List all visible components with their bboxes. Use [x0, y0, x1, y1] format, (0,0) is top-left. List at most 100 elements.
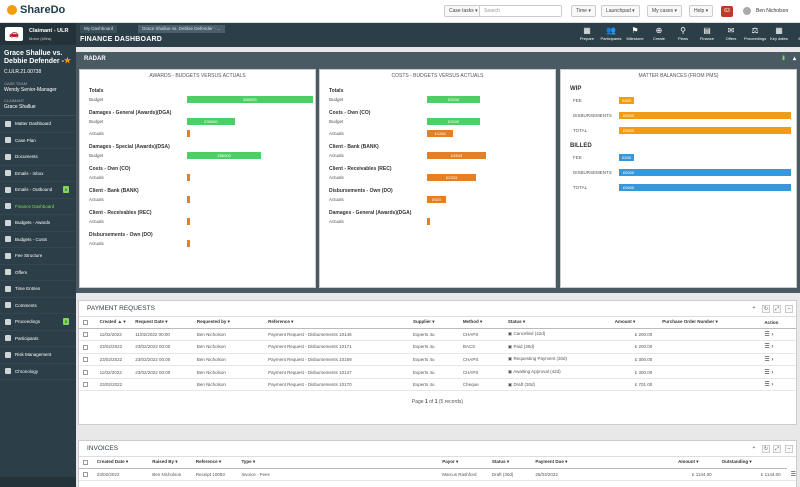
- breadcrumb-dashboard[interactable]: My Dashboard: [80, 25, 118, 33]
- column-header[interactable]: Method ▾: [458, 317, 504, 329]
- radar-header[interactable]: RADAR ⬇ ▴: [76, 52, 800, 67]
- column-header[interactable]: Purchase Order Number ▾: [658, 317, 761, 329]
- row-checkbox[interactable]: [79, 365, 96, 379]
- header-action-create[interactable]: ⊕ Create: [648, 26, 670, 41]
- notifications-button[interactable]: 63: [721, 6, 733, 17]
- add-icon[interactable]: +: [750, 445, 758, 453]
- header-action-offers[interactable]: ✉ Offers: [720, 26, 742, 41]
- value-bar[interactable]: [187, 196, 190, 203]
- checkbox[interactable]: [83, 344, 88, 350]
- checkbox[interactable]: [83, 369, 88, 375]
- sidebar-item[interactable]: Chronology: [0, 364, 76, 380]
- sidebar-item[interactable]: Matter Dashboard: [0, 116, 76, 133]
- value-bar[interactable]: [187, 130, 190, 137]
- value-bar[interactable]: £56000: [187, 152, 262, 159]
- sidebar-item[interactable]: Emails - Inbox: [0, 166, 76, 182]
- table-row[interactable]: 11/02/2022 23/02/2022 00:00 Ben Nicholson P…: [79, 365, 796, 379]
- value-bar[interactable]: £36000: [187, 118, 235, 125]
- sidebar-item[interactable]: Participants: [0, 331, 76, 347]
- column-header[interactable]: Raised By ▾: [148, 457, 192, 469]
- checkbox[interactable]: [83, 471, 88, 477]
- column-header[interactable]: Status ▾: [487, 457, 532, 469]
- header-action-more[interactable]: ≡More: [792, 26, 800, 41]
- select-all-checkbox[interactable]: [79, 317, 96, 329]
- star-icon[interactable]: ★: [64, 57, 71, 65]
- chevron-right-icon[interactable]: ›: [770, 357, 773, 363]
- row-checkbox[interactable]: [79, 328, 96, 342]
- header-action-prepare[interactable]: ▦ Prepare: [576, 26, 598, 41]
- chevron-right-icon[interactable]: ›: [770, 332, 773, 338]
- value-bar[interactable]: £80000: [187, 96, 313, 103]
- launchpad-menu-button[interactable]: Launchpad ▾: [601, 5, 640, 17]
- header-action-proceedings[interactable]: ⚖ Proceedings: [744, 26, 766, 41]
- column-header[interactable]: Payment Due ▾: [531, 457, 675, 469]
- user-name[interactable]: Ben Nicholson: [756, 8, 788, 14]
- chevron-right-icon[interactable]: ›: [770, 370, 773, 376]
- value-bar[interactable]: £1264: [427, 130, 454, 137]
- header-action-milestone[interactable]: ⚑ Milestone: [624, 26, 646, 41]
- header-action-key-dates[interactable]: ▦ Key dates: [768, 26, 790, 41]
- search-input[interactable]: Search: [479, 5, 562, 17]
- sidebar-item[interactable]: Budgets - Costs: [0, 232, 76, 248]
- sidebar-item[interactable]: Documents: [0, 149, 76, 166]
- balance-bar[interactable]: £5000: [619, 169, 791, 176]
- sidebar-item[interactable]: Budgets - Awards: [0, 215, 76, 232]
- refresh-icon[interactable]: ↻: [762, 445, 770, 453]
- column-header[interactable]: Created Date ▾: [92, 457, 149, 469]
- expand-icon[interactable]: ⤢: [773, 445, 781, 453]
- balance-bar[interactable]: £500: [619, 154, 635, 161]
- column-header[interactable]: Supplier ▾: [408, 317, 459, 329]
- avatar[interactable]: [743, 7, 751, 15]
- collapse-icon[interactable]: –: [785, 305, 793, 313]
- table-row[interactable]: 23/02/2022 23/02/2022 00:00 Ben Nicholson P…: [79, 340, 796, 354]
- sidebar-item[interactable]: Risk Management: [0, 347, 76, 364]
- column-header[interactable]: Action: [760, 317, 796, 329]
- breadcrumb-case[interactable]: Grace Shallue vs. Debbie Defender - ...: [138, 25, 225, 33]
- table-row[interactable]: 23/02/2022 Ben Nicholson Receipt 10093 Invo…: [79, 468, 796, 482]
- value-bar[interactable]: £2500: [427, 118, 480, 125]
- case-tasks-button[interactable]: Case tasks ▾: [444, 5, 483, 17]
- time-menu-button[interactable]: Time ▾: [571, 5, 596, 17]
- checkbox[interactable]: [83, 331, 88, 337]
- chevron-right-icon[interactable]: ›: [770, 382, 773, 388]
- row-checkbox[interactable]: [79, 468, 93, 482]
- balance-bar[interactable]: £5000: [619, 112, 791, 119]
- balance-bar[interactable]: £500: [619, 97, 635, 104]
- collapse-icon[interactable]: ▴: [793, 52, 796, 67]
- sidebar-item[interactable]: Finance Dashboard: [0, 199, 76, 215]
- column-header[interactable]: Reference ▾: [264, 317, 409, 329]
- sidebar-item[interactable]: Time Entries: [0, 281, 76, 298]
- column-header[interactable]: Status ▾: [503, 317, 611, 329]
- value-bar[interactable]: [187, 174, 190, 181]
- checkbox[interactable]: [83, 382, 88, 388]
- header-action-plans[interactable]: ⚲ Plans: [672, 26, 694, 41]
- help-menu-button[interactable]: Help ▾: [689, 5, 714, 17]
- column-header[interactable]: Request Date ▾: [131, 317, 193, 329]
- refresh-icon[interactable]: ↻: [762, 305, 770, 313]
- column-header[interactable]: Payor ▾: [438, 457, 488, 469]
- value-bar[interactable]: £2500: [427, 96, 480, 103]
- row-checkbox[interactable]: [79, 340, 96, 354]
- table-row[interactable]: 23/02/2022 23/02/2022 00:00 Ben Nicholson P…: [79, 353, 796, 367]
- add-icon[interactable]: +: [750, 305, 758, 313]
- collapse-icon[interactable]: –: [785, 445, 793, 453]
- header-action-participants[interactable]: 👥 Participants: [600, 26, 622, 41]
- balance-bar[interactable]: £5600: [619, 184, 791, 191]
- value-bar[interactable]: £920: [427, 196, 446, 203]
- my-cases-menu-button[interactable]: My cases ▾: [647, 5, 683, 17]
- column-header[interactable]: Type ▾: [237, 457, 439, 469]
- sidebar-item[interactable]: Fee Structure: [0, 248, 76, 265]
- column-header[interactable]: Amount ▾: [674, 457, 718, 469]
- value-bar[interactable]: [187, 240, 190, 247]
- value-bar[interactable]: [427, 218, 430, 225]
- row-checkbox[interactable]: [79, 353, 96, 367]
- sidebar-item[interactable]: Comments: [0, 298, 76, 314]
- value-bar[interactable]: £2333: [427, 174, 477, 181]
- sidebar-item[interactable]: Case Plan: [0, 133, 76, 149]
- value-bar[interactable]: £2843: [427, 152, 487, 159]
- table-row[interactable]: 11/02/2022 11/02/2022 00:00 Ben Nicholson P…: [79, 328, 796, 342]
- chevron-right-icon[interactable]: ›: [770, 344, 773, 350]
- column-header[interactable]: Outstanding ▾: [717, 457, 787, 469]
- column-header[interactable]: Amount ▾: [610, 317, 659, 329]
- sidebar-item[interactable]: Offers: [0, 265, 76, 281]
